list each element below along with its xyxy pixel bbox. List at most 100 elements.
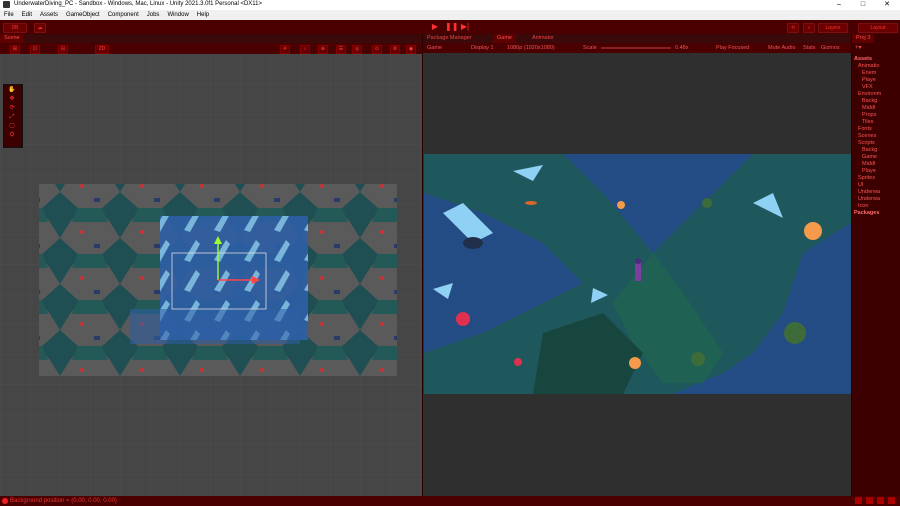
error-icon [2,498,8,504]
project-tree-item[interactable]: Icon [858,203,868,210]
tab-scene[interactable]: Scene [0,34,24,43]
project-tree-item[interactable]: Underwa [858,189,880,196]
menu-file[interactable]: File [0,10,18,20]
game-viewport[interactable] [423,53,851,496]
cloud-icon[interactable]: ☁ [34,23,46,33]
menu-component[interactable]: Component [104,10,143,20]
project-tree-item[interactable]: Environm [858,91,881,98]
project-tree-item[interactable]: Backg [862,147,877,154]
display-mode-dropdown[interactable]: Game [427,44,442,52]
scale-slider[interactable] [601,47,671,49]
account-button[interactable]: DB [3,23,27,33]
project-tree-item[interactable]: Backg [862,98,877,105]
project-tree-item[interactable]: Animatio [858,63,879,70]
notifications-icon[interactable] [888,497,895,504]
scene-panel: Scene ⊞ ⊡ ⊟ 2D ☀ ♪ ⊕ ☰ ◎ ⊙ ⚙ ◉ ✋ ✥ ⟳ ⤢ ▢… [0,34,422,496]
camera-icon[interactable]: ◎ [352,45,362,54]
hand-tool-icon[interactable]: ✋ [6,87,18,94]
audio-icon[interactable]: ♪ [300,45,310,54]
resolution-dropdown[interactable]: 1080p (1920x1080) [507,44,555,52]
pause-button[interactable]: ❚❚ [445,22,458,32]
maximize-button[interactable]: □ [852,0,874,10]
project-tree-item[interactable]: Enem [862,70,876,77]
scene-tab-label: Scene [4,35,20,41]
animator-tab-label: Animator [532,35,555,41]
menu-help[interactable]: Help [193,10,213,20]
project-tree-item[interactable]: VFX [862,84,873,91]
player-diver [635,263,641,281]
menu-bar: File Edit Assets GameObject Component Jobs Win… [0,10,900,20]
scene-tool-snap-icon[interactable]: ⊟ [58,45,68,54]
project-tree-item[interactable]: Scripts [858,140,875,147]
menu-gameobject[interactable]: GameObject [62,10,104,20]
play-focused-dropdown[interactable]: Play Focused [716,44,749,52]
project-tree-item[interactable]: Middl [862,105,875,112]
add-asset-icon[interactable]: +▾ [855,44,862,51]
search-icon[interactable]: ⌕ [803,23,815,33]
visibility-icon[interactable]: ☰ [336,45,346,54]
status-bar: Background position = (0.00, 0.00, 0.00) [0,496,900,506]
menu-edit[interactable]: Edit [18,10,36,20]
bug-icon[interactable] [866,497,873,504]
project-tree-item[interactable]: Underwa [858,196,880,203]
menu-assets[interactable]: Assets [36,10,62,20]
move-tool-icon[interactable]: ✥ [6,96,18,103]
coral-red [456,312,470,326]
scale-value: 0.48x [675,45,689,51]
console-message[interactable]: Background position = (0.00, 0.00, 0.00) [10,497,117,505]
project-tab-label: Proj [856,35,866,41]
game-render[interactable] [423,53,851,496]
layout-dropdown[interactable]: Layout [858,23,898,33]
project-tree-item[interactable]: Tiles [862,119,873,126]
gizmo-settings-icon[interactable]: ⚙ [390,45,400,54]
gizmos-toggle[interactable]: Gizmos [821,44,840,52]
display-dropdown[interactable]: Display 1 [471,44,494,52]
step-button[interactable]: ▶| [460,22,470,32]
tab-package-manager[interactable]: Package Manager [423,34,476,43]
scale-tool-icon[interactable]: ⤢ [6,114,18,121]
title-bar: UnderwaterDiving_PC - Sandbox - Windows,… [0,0,900,10]
progress-icon[interactable] [877,497,884,504]
project-tree-item[interactable]: Packages [854,210,879,217]
mute-audio-toggle[interactable]: Mute Audio [768,44,796,52]
tools-icon[interactable]: ⊙ [372,45,382,54]
project-tree-item[interactable]: Assets [854,56,872,63]
minimize-button[interactable]: – [828,0,850,10]
layers-dropdown[interactable]: Layers [818,23,848,33]
close-window-button[interactable]: ✕ [876,0,898,10]
project-tree-item[interactable]: Props [862,112,876,119]
project-panel: Proj 3 +▾ Assets Animatio Enem Playe VFX Envi… [852,34,900,496]
scene-canvas[interactable] [0,54,422,496]
project-tree-item[interactable]: Fonts [858,126,872,133]
scene-tool-grid-icon[interactable]: ⊞ [10,45,20,54]
project-tree-item[interactable]: Sprites [858,175,875,182]
project-tree-item[interactable]: Scenes [858,133,876,140]
menu-jobs[interactable]: Jobs [143,10,164,20]
fx-icon[interactable]: ⊕ [318,45,328,54]
scene-viewport[interactable]: ✋ ✥ ⟳ ⤢ ▢ ⛭ [0,54,422,496]
scale-label: Scale [583,45,597,51]
scene-tool-draw-icon[interactable]: ⊡ [30,45,40,54]
project-tree-item[interactable]: Playe [862,168,876,175]
collab-icon[interactable] [855,497,862,504]
project-tree-item[interactable]: Game [862,154,877,161]
rotate-tool-icon[interactable]: ⟳ [6,105,18,112]
rect-tool-icon[interactable]: ▢ [6,123,18,130]
project-tree-item[interactable]: Playe [862,77,876,84]
gizmos-icon[interactable]: ◉ [406,45,416,54]
lighting-icon[interactable]: ☀ [280,45,290,54]
project-tree-item[interactable]: Middl [862,161,875,168]
package-manager-tab-label: Package Manager [427,35,472,41]
stats-toggle[interactable]: Stats [803,44,816,52]
menu-window[interactable]: Window [163,10,192,20]
tab-game[interactable]: Game [493,34,516,43]
history-icon[interactable]: ⟲ [787,23,799,33]
tab-animator[interactable]: Animator [528,34,558,43]
tab-project[interactable]: Proj 3 [852,34,875,43]
main-toolbar: DB ☁ ▶ ❚❚ ▶| ⟲ ⌕ Layers Layout [0,20,900,34]
scene-2d-toggle[interactable]: 2D [95,45,109,54]
play-button[interactable]: ▶ [430,22,440,32]
transform-tool-icon[interactable]: ⛭ [6,132,18,139]
project-tree-item[interactable]: UI [858,182,864,189]
game-toolbar: Game Display 1 1080p (1920x1080) Scale 0… [423,43,851,53]
